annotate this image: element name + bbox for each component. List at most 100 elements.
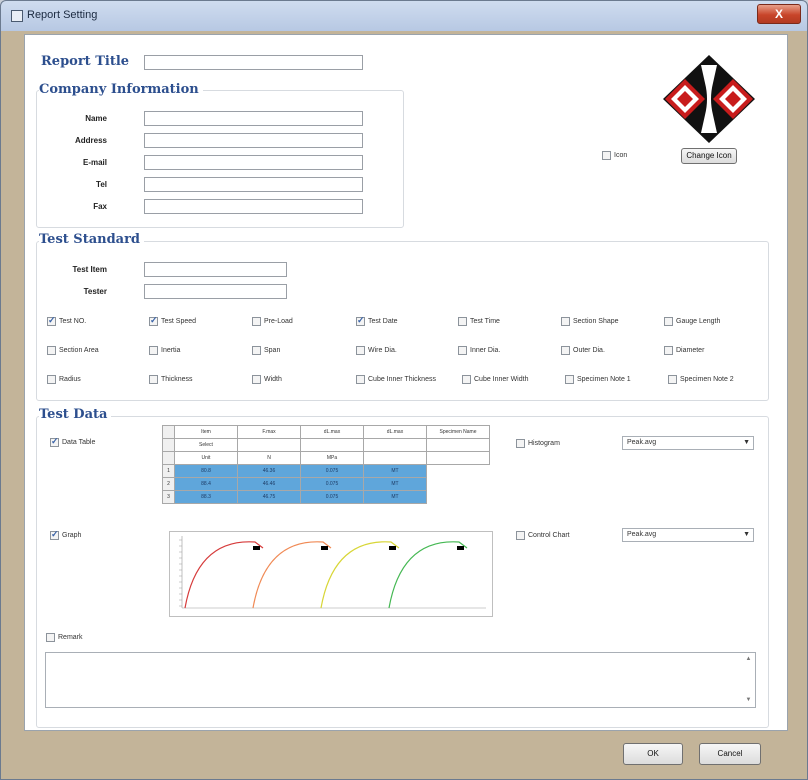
table-units-row-cell bbox=[426, 451, 490, 465]
test-standard-heading: Test Standard bbox=[39, 232, 145, 247]
test-data-heading: Test Data bbox=[39, 407, 112, 422]
test-speed-checkbox-label: Test Speed bbox=[161, 318, 197, 325]
wire-dia-checkbox-box[interactable] bbox=[356, 346, 365, 355]
inertia-checkbox[interactable]: Inertia bbox=[149, 346, 180, 355]
graph-checkbox-box[interactable] bbox=[50, 529, 59, 540]
table-header-row-cell: Specimen Name bbox=[426, 425, 490, 439]
gauge-length-checkbox[interactable]: Gauge Length bbox=[664, 317, 720, 326]
report-setting-window: Report Setting X Report Title Company In… bbox=[0, 0, 808, 780]
data-table-label: Data Table bbox=[62, 439, 96, 446]
test-item-input[interactable] bbox=[144, 262, 287, 277]
remark-checkbox[interactable]: Remark bbox=[46, 633, 83, 642]
specimen-note-1-checkbox-box[interactable] bbox=[565, 375, 574, 384]
test-time-checkbox-box[interactable] bbox=[458, 317, 467, 326]
section-shape-checkbox-box[interactable] bbox=[561, 317, 570, 326]
remark-textarea[interactable]: ▲ ▼ bbox=[45, 652, 756, 708]
thickness-checkbox-box[interactable] bbox=[149, 375, 158, 384]
scroll-down-icon[interactable]: ▼ bbox=[744, 696, 753, 705]
span-checkbox[interactable]: Span bbox=[252, 346, 280, 355]
diameter-checkbox-box[interactable] bbox=[664, 346, 673, 355]
cancel-button[interactable]: Cancel bbox=[699, 743, 761, 765]
company-logo bbox=[663, 55, 755, 143]
specimen-note-2-checkbox-box[interactable] bbox=[668, 375, 677, 384]
chevron-down-icon: ▼ bbox=[743, 439, 750, 446]
table-row: 3 88.3 46.75 0.075 MT bbox=[162, 490, 490, 504]
section-area-checkbox-label: Section Area bbox=[59, 347, 99, 354]
company-e-mail-label: E-mail bbox=[82, 158, 107, 167]
test-date-checkbox[interactable]: Test Date bbox=[356, 315, 398, 326]
specimen-note-2-checkbox[interactable]: Specimen Note 2 bbox=[668, 375, 734, 384]
width-checkbox[interactable]: Width bbox=[252, 375, 282, 384]
inner-dia-checkbox-box[interactable] bbox=[458, 346, 467, 355]
test-speed-checkbox-box[interactable] bbox=[149, 315, 158, 326]
span-checkbox-box[interactable] bbox=[252, 346, 261, 355]
section-area-checkbox[interactable]: Section Area bbox=[47, 346, 99, 355]
gauge-length-checkbox-label: Gauge Length bbox=[676, 318, 721, 325]
cube-inner-width-checkbox-box[interactable] bbox=[462, 375, 471, 384]
graph-curve bbox=[184, 541, 264, 609]
close-button[interactable]: X bbox=[757, 4, 801, 24]
app-icon bbox=[11, 10, 23, 22]
table-row-cell: 88.4 bbox=[174, 477, 238, 491]
control-chart-checkbox[interactable]: Control Chart bbox=[516, 531, 570, 540]
test-no-checkbox[interactable]: Test NO. bbox=[47, 315, 86, 326]
company-name-input[interactable] bbox=[144, 111, 363, 126]
title-bar: Report Setting X bbox=[1, 1, 807, 31]
peak-marker bbox=[253, 546, 260, 550]
radius-checkbox[interactable]: Radius bbox=[47, 375, 81, 384]
scroll-up-icon[interactable]: ▲ bbox=[744, 655, 753, 664]
report-title-label: Report Title bbox=[41, 54, 134, 69]
cube-inner-width-checkbox[interactable]: Cube Inner Width bbox=[462, 375, 528, 384]
test-time-checkbox[interactable]: Test Time bbox=[458, 317, 500, 326]
specimen-note-1-checkbox[interactable]: Specimen Note 1 bbox=[565, 375, 631, 384]
gauge-length-checkbox-box[interactable] bbox=[664, 317, 673, 326]
thickness-checkbox[interactable]: Thickness bbox=[149, 375, 193, 384]
control-chart-select-value: Peak.avg bbox=[627, 531, 657, 538]
icon-checkbox[interactable]: Icon bbox=[602, 151, 627, 160]
table-row-cell: 46.75 bbox=[237, 490, 301, 504]
pre-load-checkbox-box[interactable] bbox=[252, 317, 261, 326]
outer-dia-checkbox[interactable]: Outer Dia. bbox=[561, 346, 605, 355]
width-checkbox-box[interactable] bbox=[252, 375, 261, 384]
test-date-checkbox-box[interactable] bbox=[356, 315, 365, 326]
diameter-checkbox[interactable]: Diameter bbox=[664, 346, 704, 355]
data-table-checkbox-box[interactable] bbox=[50, 436, 59, 447]
graph-curve bbox=[252, 541, 332, 609]
wire-dia-checkbox[interactable]: Wire Dia. bbox=[356, 346, 397, 355]
inertia-checkbox-label: Inertia bbox=[161, 347, 181, 354]
pre-load-checkbox-label: Pre-Load bbox=[264, 318, 293, 325]
company-e-mail-input[interactable] bbox=[144, 155, 363, 170]
inner-dia-checkbox[interactable]: Inner Dia. bbox=[458, 346, 500, 355]
data-table-checkbox[interactable]: Data Table bbox=[50, 436, 96, 447]
remark-checkbox-box[interactable] bbox=[46, 633, 55, 642]
histogram-select[interactable]: Peak.avg ▼ bbox=[622, 436, 754, 450]
outer-dia-checkbox-box[interactable] bbox=[561, 346, 570, 355]
remark-label: Remark bbox=[58, 634, 83, 641]
cube-inner-thickness-checkbox[interactable]: Cube Inner Thickness bbox=[356, 375, 436, 384]
ok-button[interactable]: OK bbox=[623, 743, 683, 765]
radius-checkbox-box[interactable] bbox=[47, 375, 56, 384]
tester-input[interactable] bbox=[144, 284, 287, 299]
icon-checkbox-box[interactable] bbox=[602, 151, 611, 160]
pre-load-checkbox[interactable]: Pre-Load bbox=[252, 317, 293, 326]
cube-inner-width-checkbox-label: Cube Inner Width bbox=[474, 376, 529, 383]
company-fax-input[interactable] bbox=[144, 199, 363, 214]
change-icon-button[interactable]: Change Icon bbox=[681, 148, 737, 164]
test-no-checkbox-box[interactable] bbox=[47, 315, 56, 326]
table-row-cell: 0.075 bbox=[300, 477, 364, 491]
control-chart-checkbox-box[interactable] bbox=[516, 531, 525, 540]
section-shape-checkbox[interactable]: Section Shape bbox=[561, 317, 619, 326]
report-title-input[interactable] bbox=[144, 55, 363, 70]
test-speed-checkbox[interactable]: Test Speed bbox=[149, 315, 197, 326]
section-area-checkbox-box[interactable] bbox=[47, 346, 56, 355]
control-chart-select[interactable]: Peak.avg ▼ bbox=[622, 528, 754, 542]
table-header-row-header bbox=[162, 425, 175, 439]
cube-inner-thickness-checkbox-box[interactable] bbox=[356, 375, 365, 384]
histogram-checkbox-box[interactable] bbox=[516, 439, 525, 448]
company-address-label: Address bbox=[74, 136, 107, 145]
graph-checkbox[interactable]: Graph bbox=[50, 529, 81, 540]
company-tel-input[interactable] bbox=[144, 177, 363, 192]
company-address-input[interactable] bbox=[144, 133, 363, 148]
histogram-checkbox[interactable]: Histogram bbox=[516, 439, 560, 448]
inertia-checkbox-box[interactable] bbox=[149, 346, 158, 355]
